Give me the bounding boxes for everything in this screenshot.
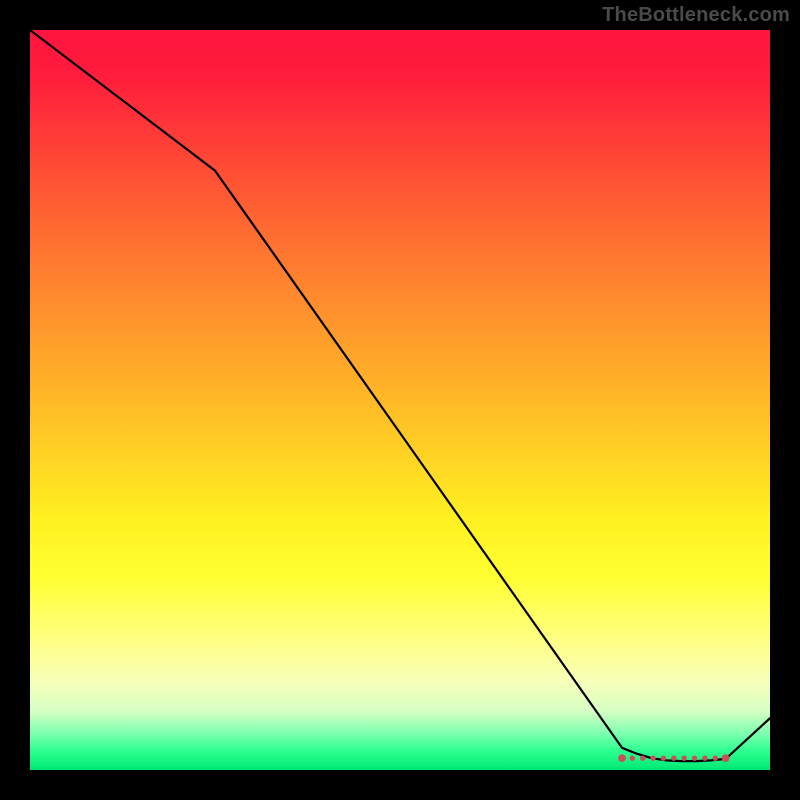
optimal-marker bbox=[619, 755, 626, 762]
optimal-marker bbox=[672, 756, 676, 760]
plot-area bbox=[30, 30, 770, 770]
optimal-marker bbox=[713, 756, 717, 760]
chart-frame: TheBottleneck.com bbox=[0, 0, 800, 800]
optimal-marker bbox=[641, 756, 645, 760]
optimal-marker bbox=[661, 756, 665, 760]
watermark-text: TheBottleneck.com bbox=[602, 4, 790, 27]
optimal-marker bbox=[651, 756, 655, 760]
optimal-marker bbox=[682, 756, 686, 760]
line-layer bbox=[30, 30, 770, 770]
optimal-marker bbox=[722, 755, 729, 762]
optimal-marker bbox=[630, 756, 634, 760]
optimal-marker bbox=[703, 756, 707, 760]
optimal-marker bbox=[692, 756, 696, 760]
bottleneck-curve bbox=[30, 30, 770, 761]
